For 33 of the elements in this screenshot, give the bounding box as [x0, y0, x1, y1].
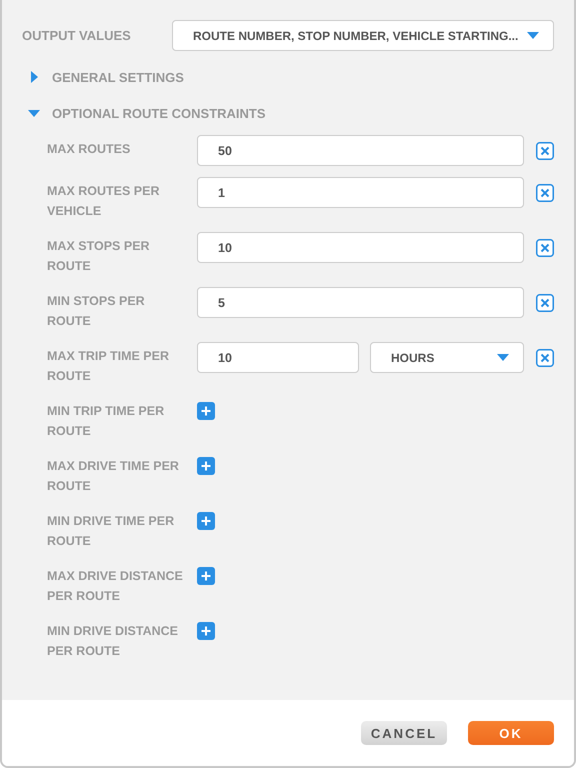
- add-icon[interactable]: [197, 457, 215, 475]
- close-icon[interactable]: [536, 239, 554, 257]
- field-label: MAX DRIVE TIME PER ROUTE: [47, 458, 180, 495]
- field-label: MAX ROUTES: [47, 141, 132, 158]
- close-icon[interactable]: [536, 294, 554, 312]
- input-field[interactable]: 10: [197, 342, 359, 373]
- close-icon[interactable]: [536, 142, 554, 160]
- input-field[interactable]: 50: [197, 135, 524, 166]
- close-icon[interactable]: [536, 349, 554, 367]
- field-label: MAX TRIP TIME PER ROUTE: [47, 348, 170, 385]
- input-field[interactable]: 1: [197, 177, 524, 208]
- field-label: MAX ROUTES PER VEHICLE: [47, 183, 161, 220]
- input-field[interactable]: 5: [197, 287, 524, 318]
- field-label: OUTPUT VALUES: [22, 28, 131, 43]
- add-icon[interactable]: [197, 402, 215, 420]
- unit-dropdown[interactable]: HOURS: [370, 342, 524, 373]
- output-values-dropdown[interactable]: ROUTE NUMBER, STOP NUMBER, VEHICLE STARTING...: [172, 20, 554, 51]
- field-label: MAX STOPS PER ROUTE: [47, 238, 151, 275]
- caret-icon: [30, 71, 38, 83]
- caret-icon: [497, 354, 509, 361]
- field-label: MIN STOPS PER ROUTE: [47, 293, 146, 330]
- add-icon[interactable]: [197, 567, 215, 585]
- field-label: MIN TRIP TIME PER ROUTE: [47, 403, 166, 440]
- caret-icon: [527, 32, 539, 39]
- add-icon[interactable]: [197, 512, 215, 530]
- field-label: MIN DRIVE TIME PER ROUTE: [47, 513, 176, 550]
- add-icon[interactable]: [197, 622, 215, 640]
- input-field[interactable]: 10: [197, 232, 524, 263]
- cancel-button[interactable]: CANCEL: [361, 721, 447, 745]
- caret-icon: [28, 110, 40, 116]
- close-icon[interactable]: [536, 184, 554, 202]
- field-label: MIN DRIVE DISTANCE PER ROUTE: [47, 623, 180, 660]
- field-label: MAX DRIVE DISTANCE PER ROUTE: [47, 568, 184, 605]
